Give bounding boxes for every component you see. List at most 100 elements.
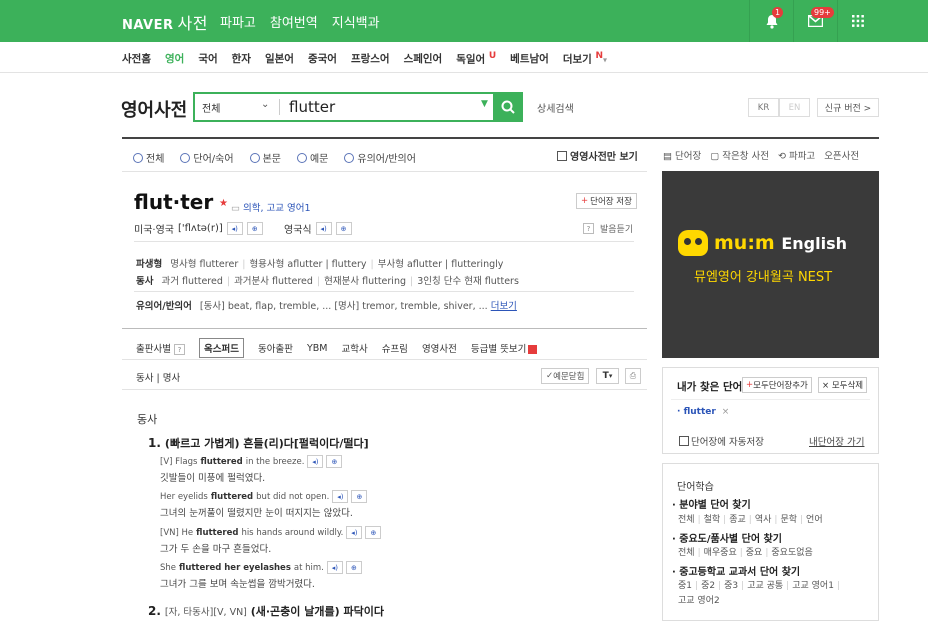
go-wordbook-link[interactable]: 내단어장 가기 — [809, 434, 864, 448]
filters-divider — [122, 171, 647, 172]
record-icon[interactable]: ⊕ — [365, 526, 382, 539]
notification-button[interactable]: 1 — [749, 0, 793, 42]
speaker-icon[interactable]: ◂) — [326, 561, 343, 574]
english-only-checkbox[interactable]: 영영사전만 보기 — [557, 148, 638, 163]
ad-banner[interactable]: mu:m English 뮤엠영어 강내월곡 NEST — [662, 171, 879, 358]
remove-word-icon[interactable]: × — [722, 407, 730, 417]
search-icon — [501, 100, 515, 114]
study-textbook-links[interactable]: 중1 | 중2 | 중3 | 고교 공통 | 고교 영어1 | — [678, 578, 843, 591]
speaker-icon[interactable]: ◂) — [315, 222, 332, 235]
delete-all-button[interactable]: × 모두삭제 — [818, 377, 868, 393]
filter-example[interactable]: 예문 — [296, 150, 328, 165]
new-version-button[interactable]: 신규 버전 > — [817, 98, 879, 117]
apps-button[interactable] — [837, 0, 877, 42]
top-nav: 파파고 참여번역 지식백과 — [220, 12, 380, 31]
study-category-textbook[interactable]: · 중고등학교 교과서 단어 찾기 — [672, 563, 800, 578]
tab-oxford[interactable]: 옥스퍼드 — [199, 338, 244, 358]
top-bar: NAVER 사전 파파고 참여번역 지식백과 1 99+ — [0, 0, 928, 42]
top-nav-knowledge[interactable]: 지식백과 — [332, 12, 380, 31]
importance-star-icon: ★ — [219, 198, 228, 209]
record-icon[interactable]: ⊕ — [345, 561, 362, 574]
filter-all[interactable]: 전체 — [133, 150, 164, 165]
tab-kyohak[interactable]: 교학사 — [341, 341, 367, 355]
advanced-search-link[interactable]: 상세검색 — [537, 100, 574, 115]
font-size-button[interactable]: T ▾ — [596, 368, 619, 384]
dictionary-nav: 사전홈 영어 국어 한자 일본어 중국어 프랑스어 스페인어 독일어 U 베트남… — [0, 42, 928, 73]
entry-divider — [134, 241, 634, 242]
speaker-icon[interactable]: ◂) — [307, 455, 324, 468]
study-category-field[interactable]: · 분야별 단어 찾기 — [672, 496, 751, 511]
searched-word-item[interactable]: · flutter × — [677, 407, 729, 417]
speaker-icon[interactable]: ◂) — [226, 222, 243, 235]
synonyms-row: 유의어/반의어 [동사] beat, flap, tremble, ... [명사… — [136, 301, 517, 312]
nav-item-french[interactable]: 프랑스어 — [351, 51, 390, 67]
nav-item-german[interactable]: 독일어 U — [456, 51, 496, 67]
filter-body[interactable]: 본문 — [249, 150, 281, 165]
pronunciation-us: 미국·영국 ['flʌtə(r)] ◂) ⊕ — [134, 221, 263, 236]
help-icon: ? — [583, 223, 594, 234]
autocomplete-toggle-icon[interactable]: ▼ — [481, 99, 488, 109]
save-word-button[interactable]: + 단어장 저장 — [576, 193, 637, 209]
record-icon[interactable]: ⊕ — [335, 222, 352, 235]
example-en: She fluttered her eyelashes at him. ◂) ⊕ — [160, 561, 362, 574]
tab-supreme[interactable]: 슈프림 — [382, 341, 408, 355]
tool-papago[interactable]: ⟲ 파파고 — [778, 148, 815, 162]
tab-donga[interactable]: 동아출판 — [258, 341, 293, 355]
lang-en-button[interactable]: EN — [779, 98, 810, 117]
mail-button[interactable]: 99+ — [793, 0, 837, 42]
add-all-wordbook-button[interactable]: + 모두단어장추가 — [742, 377, 812, 393]
study-importance-links[interactable]: 전체 | 매우중요 | 중요 | 중요도없음 — [678, 545, 813, 558]
synonym-divider — [134, 291, 634, 292]
nav-item-hanja[interactable]: 한자 — [232, 51, 251, 67]
speaker-icon[interactable]: ◂) — [346, 526, 363, 539]
print-icon[interactable]: ⎙ — [625, 368, 641, 384]
auto-save-checkbox[interactable]: 단어장에 자동저장 — [679, 434, 764, 448]
chevron-down-icon[interactable]: ⌄ — [261, 99, 269, 110]
sense-1: 1. (빠르고 가볍게) 흔들(리)다[펄럭이다/떨다] — [148, 436, 369, 450]
nav-item-vietnamese[interactable]: 베트남어 — [510, 51, 549, 67]
my-searched-words: 내가 찾은 단어 + 모두단어장추가 × 모두삭제 · flutter × 단어장에… — [662, 367, 879, 454]
entry-headword: flut·ter — [134, 190, 214, 214]
speaker-icon[interactable]: ◂) — [332, 490, 349, 503]
top-nav-papago[interactable]: 파파고 — [220, 12, 256, 31]
nav-item-chinese[interactable]: 중국어 — [308, 51, 337, 67]
side-tools: ▤ 단어장 ▢ 작은창 사전 ⟲ 파파고 오픈사전 — [663, 148, 859, 162]
nav-item-korean[interactable]: 국어 — [198, 51, 217, 67]
nav-item-more[interactable]: 더보기 N▾ — [563, 51, 607, 67]
nav-item-spanish[interactable]: 스페인어 — [404, 51, 443, 67]
pos-row[interactable]: 동사 | 명사 — [136, 370, 180, 384]
study-category-importance[interactable]: · 중요도/품사별 단어 찾기 — [672, 530, 782, 545]
record-icon[interactable]: ⊕ — [246, 222, 263, 235]
search-input[interactable] — [289, 97, 479, 117]
tool-open-dict[interactable]: 오픈사전 — [824, 148, 859, 162]
notification-badge: 1 — [772, 7, 784, 18]
search-scope-select[interactable]: 전체 — [202, 100, 220, 115]
synonyms-more-link[interactable]: 더보기 — [491, 301, 517, 312]
nav-item-japanese[interactable]: 일본어 — [265, 51, 294, 67]
tab-level-meaning[interactable]: 등급별 뜻보기 — [471, 341, 538, 355]
hide-examples-button[interactable]: ✓ 예문닫힘 — [541, 368, 590, 384]
example-kr: 그가 두 손을 마구 흔들었다. — [160, 544, 272, 555]
definition-pos: 동사 — [137, 413, 158, 426]
pronunciation-uk: 영국식 ◂) ⊕ — [284, 221, 352, 236]
filter-synonym[interactable]: 유의어/반의어 — [344, 150, 416, 165]
top-nav-translation[interactable]: 참여번역 — [270, 12, 318, 31]
record-icon[interactable]: ⊕ — [351, 490, 368, 503]
filter-word[interactable]: 단어/숙어 — [180, 150, 234, 165]
search-button[interactable] — [493, 92, 523, 122]
publisher-tabs: 출판사별 ? 옥스퍼드 동아출판 YBM 교학사 슈프림 영영사전 등급별 뜻보… — [136, 338, 538, 358]
study-textbook-links-2[interactable]: 고교 영어2 — [678, 593, 720, 606]
record-icon[interactable]: ⊕ — [326, 455, 343, 468]
lang-kr-button[interactable]: KR — [748, 98, 779, 117]
tab-english-english[interactable]: 영영사전 — [422, 341, 457, 355]
grid-icon — [851, 15, 864, 27]
tool-wordbook[interactable]: ▤ 단어장 — [663, 148, 701, 162]
tab-ybm[interactable]: YBM — [307, 343, 328, 354]
nav-item-home[interactable]: 사전홈 — [122, 51, 151, 67]
tool-mini-dict[interactable]: ▢ 작은창 사전 — [710, 148, 769, 162]
nav-item-english[interactable]: 영어 — [165, 51, 184, 67]
entry-level[interactable]: ▭ 의학, 고교 영어1 — [231, 200, 311, 214]
naver-logo[interactable]: NAVER 사전 — [122, 10, 208, 34]
study-field-links[interactable]: 전체 | 철학 | 종교 | 역사 | 문학 | 언어 — [678, 512, 823, 525]
pronunciation-help[interactable]: ? 발음듣기 — [583, 222, 633, 235]
